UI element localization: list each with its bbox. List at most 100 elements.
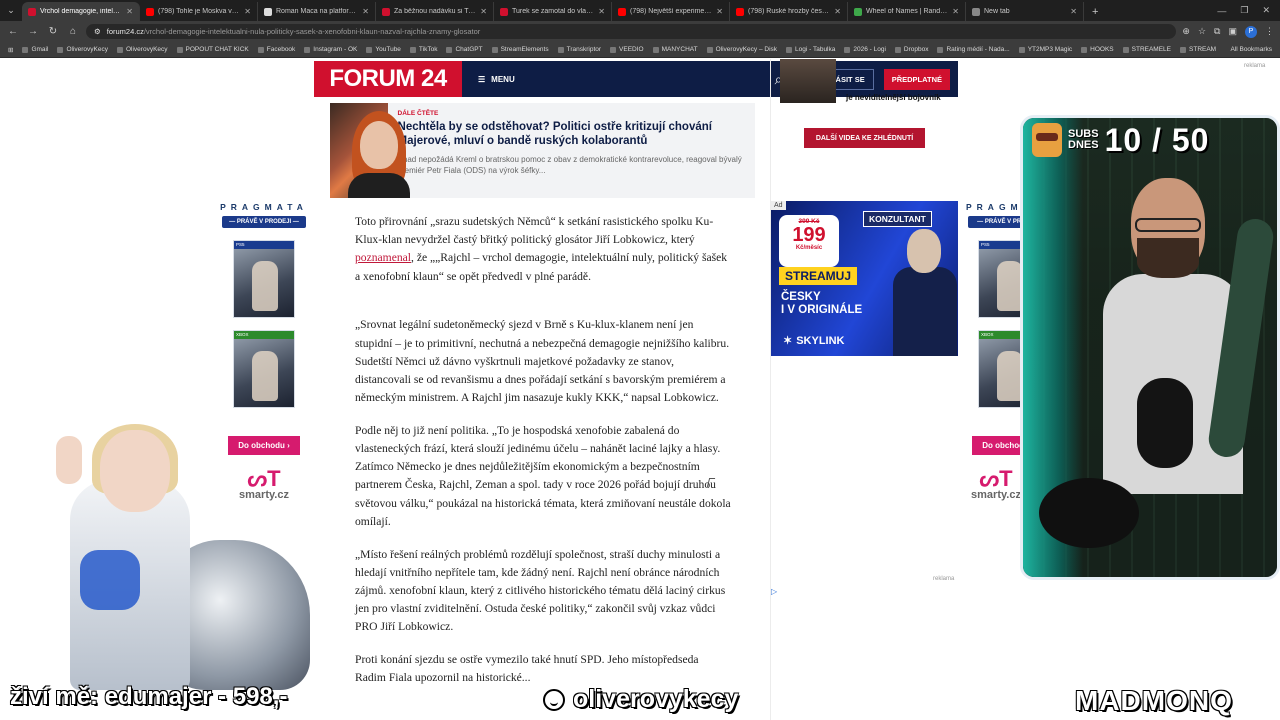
bookmark-item[interactable]: STREAMELE [1122, 46, 1171, 53]
related-article-card[interactable]: DÁLE ČTĚTE Nechtěla by se odstěhovat? Po… [330, 103, 755, 198]
bookmark-label: 2026 - Logi [853, 46, 886, 53]
back-icon[interactable]: ← [6, 26, 20, 37]
ad-label-top: reklama [1244, 63, 1266, 69]
bookmark-favicon-icon [1122, 46, 1129, 53]
tab-close-icon[interactable]: ✕ [716, 7, 723, 16]
tab-close-icon[interactable]: ✕ [126, 7, 133, 16]
extensions-icon[interactable]: ⧉ [1214, 26, 1220, 37]
tab-title: Za běžnou nadávku si Turek v [394, 8, 476, 15]
tab-favicon-icon [500, 7, 508, 16]
bookmark-item[interactable]: Transkriptor [557, 46, 601, 53]
tab-title: (798) Tohle je Moskva v dubnu [158, 8, 240, 15]
tab-close-icon[interactable]: ✕ [598, 7, 605, 16]
adchoices-icon[interactable]: ▷ [771, 587, 777, 596]
ps5-box-image[interactable]: PS5 [978, 240, 1026, 318]
tab-close-icon[interactable]: ✕ [362, 7, 369, 16]
tab-favicon-icon [854, 7, 862, 16]
browser-tab[interactable]: Roman Maca na platformě X: "✕ [258, 2, 376, 21]
browser-tab[interactable]: (798) Ruské hrozby českým zb ✕ [730, 2, 848, 21]
bookmark-item[interactable]: Dropbox [894, 46, 928, 53]
browser-tab[interactable]: (798) Tohle je Moskva v dubnu ✕ [140, 2, 258, 21]
mascot-icon [1032, 123, 1062, 157]
address-bar[interactable]: ⚙ forum24.cz/vrchol-demagogie-intelektua… [86, 24, 1177, 39]
sidepanel-icon[interactable]: ▣ [1228, 26, 1237, 37]
pragmata-ad-right[interactable]: PRAGMATA — PRÁVĚ V PRODEJI — PS5 XBOX Do… [966, 202, 1026, 532]
site-logo[interactable]: FORUM 24 [314, 61, 462, 97]
bookmark-item[interactable]: Gmail [22, 46, 48, 53]
forward-icon[interactable]: → [26, 26, 40, 37]
tab-search-icon[interactable]: ⌄ [0, 0, 22, 21]
browser-tab[interactable]: Turek se zamotal do vlastních ✕ [494, 2, 612, 21]
menu-button[interactable]: ☰ MENU [478, 75, 515, 84]
bookmark-star-icon[interactable]: ☆ [1198, 26, 1206, 37]
menu-kebab-icon[interactable]: ⋮ [1265, 26, 1274, 37]
bookmark-item[interactable]: MANYCHAT [652, 46, 698, 53]
maximize-icon[interactable]: ❐ [1240, 5, 1248, 16]
bookmark-item[interactable]: Logi - Tabulka [786, 46, 835, 53]
reload-icon[interactable]: ↻ [46, 26, 60, 37]
sponsor-logo: MADMONQ [1075, 685, 1233, 716]
tab-close-icon[interactable]: ✕ [952, 7, 959, 16]
tab-close-icon[interactable]: ✕ [480, 7, 487, 16]
related-title[interactable]: Nechtěla by se odstěhovat? Politici ostř… [398, 120, 745, 148]
skylink-mark-icon: ✶ [783, 335, 793, 347]
related-kicker: DÁLE ČTĚTE [397, 110, 439, 117]
bookmark-item[interactable]: StreamElements [491, 46, 549, 53]
bookmark-item[interactable]: Instagram - OK [304, 46, 357, 53]
pragmata-logo: PRAGMATA [220, 202, 308, 212]
smarty-logo-icon: ᔕT [979, 466, 1013, 491]
bookmark-item[interactable]: VEEDIO [610, 46, 644, 53]
tab-close-icon[interactable]: ✕ [244, 7, 251, 16]
bookmark-item[interactable]: OliverovyKecy [57, 46, 108, 53]
bookmark-label: OliverovyKecy [66, 46, 108, 53]
ps5-box-image[interactable]: PS5 [233, 240, 295, 318]
browser-tab[interactable]: (798) Největší experiment s čes ✕ [612, 2, 730, 21]
bookmark-label: POPOUT CHAT KICK [185, 46, 249, 53]
skylink-ad[interactable]: KONZULTANT 399 Kč 199 Kč/měsíc STREAMUJ … [771, 201, 958, 356]
new-tab-button[interactable]: + [1084, 2, 1106, 21]
video-caption[interactable]: je neviditelnější bojovník [846, 93, 941, 103]
bookmark-item[interactable]: OliverovyKecy – Disk [706, 46, 778, 53]
bookmark-item[interactable]: POPOUT CHAT KICK [176, 46, 249, 53]
tab-close-icon[interactable]: ✕ [834, 7, 841, 16]
bookmark-item[interactable]: TikTok [409, 46, 437, 53]
tab-title: Turek se zamotal do vlastních [512, 8, 594, 15]
close-icon[interactable]: ✕ [1262, 5, 1270, 16]
browser-tab[interactable]: Wheel of Names | Random nam✕ [848, 2, 966, 21]
bookmark-item[interactable]: OliverovyKecy [116, 46, 168, 53]
bookmark-item[interactable]: HOOKS [1081, 46, 1114, 53]
screen: ⌄ Vrchol demagogie, intelektuální✕(798) … [0, 0, 1280, 720]
smarty-text: smarty.cz [971, 489, 1021, 501]
browser-tab[interactable]: New tab ✕ [966, 2, 1084, 21]
browser-tab[interactable]: Za běžnou nadávku si Turek v ✕ [376, 2, 494, 21]
tab-close-icon[interactable]: ✕ [1070, 7, 1077, 16]
article-link[interactable]: poznamenal [355, 251, 411, 264]
bookmark-item[interactable]: Facebook [257, 46, 295, 53]
related-article-image[interactable] [330, 103, 410, 198]
site-info-icon[interactable]: ⚙ [94, 27, 101, 36]
xbox-box-image[interactable]: XBOX [978, 330, 1026, 408]
xbox-box-image[interactable]: XBOX [233, 330, 295, 408]
bookmark-item[interactable]: Rating médií - Nada... [937, 46, 1010, 53]
bookmark-item[interactable]: ChatGPT [446, 46, 483, 53]
minimize-icon[interactable]: — [1217, 6, 1226, 16]
article-paragraph: Podle něj to již není politika. „To je h… [355, 423, 731, 528]
home-icon[interactable]: ⌂ [66, 26, 80, 37]
bookmark-item[interactable]: YT2MP3 Magic [1018, 46, 1072, 53]
bookmark-item[interactable]: YouTube [366, 46, 401, 53]
bookmark-item[interactable]: 2026 - Logi [844, 46, 886, 53]
video-teaser[interactable]: je neviditelnější bojovník [780, 59, 958, 119]
zoom-icon[interactable]: ⊕ [1182, 26, 1190, 37]
profile-avatar[interactable]: P [1245, 25, 1257, 38]
browser-tab[interactable]: Vrchol demagogie, intelektuální✕ [22, 2, 140, 21]
bookmark-favicon-icon [446, 46, 453, 53]
more-videos-button[interactable]: DALŠÍ VIDEA KE ZHLÉDNUTÍ [804, 128, 925, 148]
tab-favicon-icon [736, 7, 744, 16]
bookmark-item[interactable]: STREAM [1180, 46, 1216, 53]
bookmark-label: Logi - Tabulka [795, 46, 836, 53]
shop-button[interactable]: Do obchodu › [972, 436, 1026, 455]
video-thumbnail[interactable] [780, 59, 836, 103]
bookmark-label: OliverovyKecy – Disk [715, 46, 778, 53]
all-bookmarks-button[interactable]: All Bookmarks [1230, 46, 1272, 53]
apps-icon[interactable]: ⊞ [8, 46, 13, 54]
